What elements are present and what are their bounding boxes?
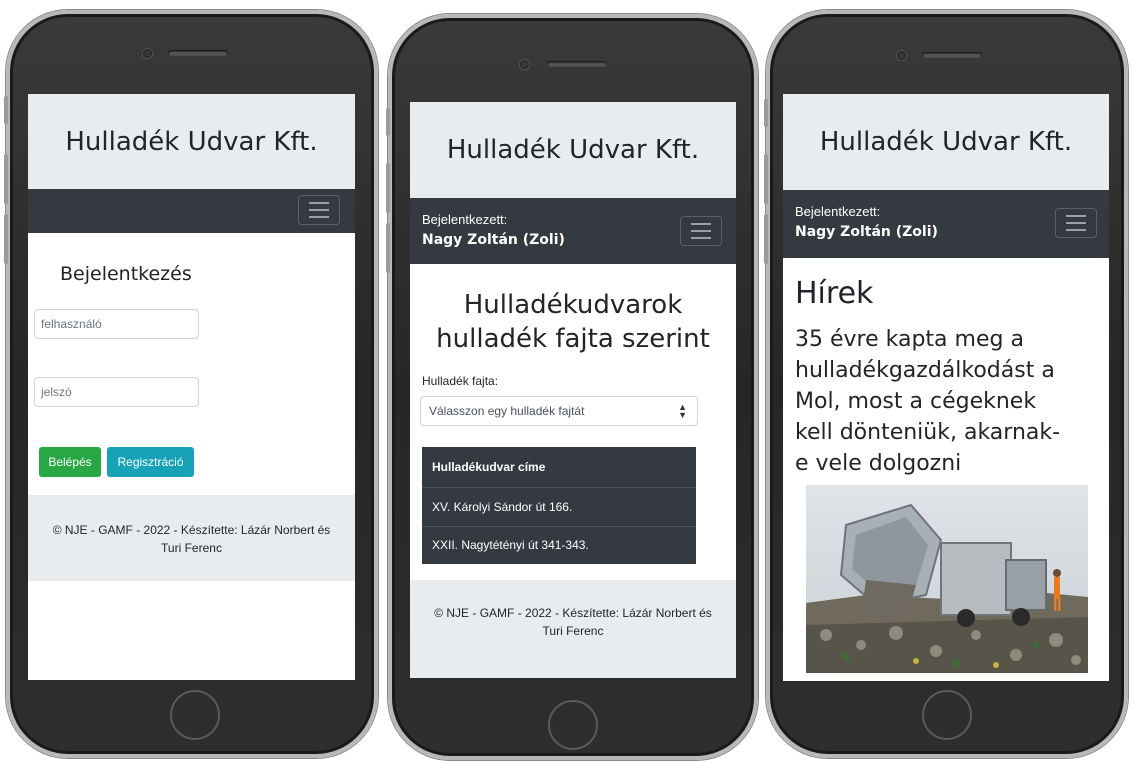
side-button bbox=[386, 163, 390, 213]
table-cell: XXII. Nagytétényi út 341-343. bbox=[432, 538, 589, 553]
username-field[interactable]: felhasználó bbox=[34, 309, 199, 339]
navbar bbox=[28, 189, 355, 233]
register-button-label: Regisztráció bbox=[117, 455, 184, 469]
login-button[interactable]: Belépés bbox=[39, 447, 101, 477]
brand-title[interactable]: Hulladék Udvar Kft. bbox=[820, 127, 1072, 157]
camera-icon bbox=[520, 60, 529, 69]
home-button[interactable] bbox=[548, 700, 598, 750]
brand-header: Hulladék Udvar Kft. bbox=[783, 94, 1109, 190]
hamburger-menu-icon bbox=[691, 223, 711, 225]
username-placeholder: felhasználó bbox=[41, 317, 102, 331]
news-content: Hírek 35 évre kapta meg a hulladékgazdál… bbox=[783, 258, 1109, 681]
phone-yards: Hulladék Udvar Kft. Bejelentkezett: Nagy… bbox=[386, 14, 758, 760]
footer-line-2: Turi Ferenc bbox=[542, 624, 604, 638]
side-button bbox=[4, 154, 8, 204]
brand-header: Hulladék Udvar Kft. bbox=[28, 94, 355, 189]
navbar: Bejelentkezett: Nagy Zoltán (Zoli) bbox=[410, 198, 736, 264]
page-title-line-2: hulladék fajta szerint bbox=[436, 324, 710, 354]
logged-in-user: Nagy Zoltán (Zoli) bbox=[422, 232, 565, 248]
brand-header: Hulladék Udvar Kft. bbox=[410, 102, 736, 198]
logged-in-user: Nagy Zoltán (Zoli) bbox=[795, 224, 938, 240]
table-row: XXII. Nagytétényi út 341-343. bbox=[422, 526, 696, 564]
headline-line: e vele dolgozni bbox=[795, 451, 962, 476]
headline-line: Mol, most a cégeknek bbox=[795, 389, 1037, 414]
hamburger-menu-icon bbox=[691, 230, 711, 232]
hamburger-menu-icon bbox=[1066, 229, 1086, 231]
table-header-row: Hulladékudvar címe bbox=[422, 447, 696, 488]
screen: Hulladék Udvar Kft. Bejelentkezett: Nagy… bbox=[783, 94, 1109, 681]
footer-line-1: © NJE - GAMF - 2022 - Készítette: Lázár … bbox=[434, 606, 712, 620]
table-cell: XV. Károlyi Sándor út 166. bbox=[422, 487, 696, 527]
hamburger-menu-icon bbox=[1066, 215, 1086, 217]
page-title: Hulladékudvarok hulladék fajta szerint bbox=[410, 288, 736, 356]
headline-line: kell dönteniük, akarnak- bbox=[795, 420, 1061, 445]
footer-line-1: © NJE - GAMF - 2022 - Készítette: Lázár … bbox=[52, 523, 331, 537]
side-button bbox=[764, 214, 768, 264]
screen: Hulladék Udvar Kft. Bejelentkezett: Nagy… bbox=[410, 102, 736, 678]
side-button bbox=[386, 223, 390, 273]
select-value: Válasszon egy hulladék fajtát bbox=[429, 404, 585, 418]
login-button-label: Belépés bbox=[48, 455, 92, 469]
password-placeholder: jelszó bbox=[41, 385, 72, 399]
login-title: Bejelentkezés bbox=[60, 263, 192, 285]
footer: © NJE - GAMF - 2022 - Készítette: Lázár … bbox=[410, 580, 736, 678]
password-field[interactable]: jelszó bbox=[34, 377, 199, 407]
camera-icon bbox=[143, 49, 152, 58]
page-title-line-1: Hulladékudvarok bbox=[463, 290, 683, 320]
navbar-toggler[interactable] bbox=[680, 216, 722, 246]
navbar-toggler[interactable] bbox=[298, 195, 340, 225]
navbar-toggler[interactable] bbox=[1055, 208, 1097, 238]
yards-table: Hulladékudvar címe XV. Károlyi Sándor út… bbox=[422, 447, 696, 564]
waste-type-select[interactable]: Válasszon egy hulladék fajtát ▲ ▼ bbox=[420, 396, 698, 426]
side-button bbox=[4, 96, 8, 124]
headline-line: hulladékgazdálkodást a bbox=[795, 358, 1055, 383]
select-label: Hulladék fajta: bbox=[422, 374, 499, 388]
home-button[interactable] bbox=[922, 690, 972, 740]
side-button bbox=[764, 154, 768, 204]
footer: © NJE - GAMF - 2022 - Készítette: Lázár … bbox=[28, 495, 355, 581]
news-headline[interactable]: 35 évre kapta meg a hulladékgazdálkodást… bbox=[795, 324, 1101, 479]
hamburger-menu-icon bbox=[1066, 222, 1086, 224]
sort-arrows-icon: ▲ ▼ bbox=[678, 402, 687, 420]
garbage-truck-landfill-image[interactable] bbox=[806, 485, 1088, 673]
yards-content: Hulladékudvarok hulladék fajta szerint H… bbox=[410, 264, 736, 580]
brand-title[interactable]: Hulladék Udvar Kft. bbox=[65, 127, 317, 157]
brand-title[interactable]: Hulladék Udvar Kft. bbox=[447, 135, 699, 165]
login-form: Bejelentkezés felhasználó jelszó Belépés… bbox=[28, 233, 355, 495]
headline-line: 35 évre kapta meg a bbox=[795, 327, 1024, 352]
side-button bbox=[386, 108, 390, 136]
footer-line-2: Turi Ferenc bbox=[161, 541, 222, 555]
side-button bbox=[4, 214, 8, 264]
side-button bbox=[764, 99, 768, 127]
camera-icon bbox=[897, 51, 906, 60]
navbar: Bejelentkezett: Nagy Zoltán (Zoli) bbox=[783, 190, 1109, 258]
hamburger-menu-icon bbox=[309, 216, 329, 218]
news-title: Hírek bbox=[795, 276, 874, 311]
speaker-grille bbox=[922, 52, 982, 58]
speaker-grille bbox=[168, 50, 228, 56]
logged-in-label: Bejelentkezett: bbox=[422, 212, 508, 227]
register-button[interactable]: Regisztráció bbox=[107, 447, 194, 477]
phone-login: Hulladék Udvar Kft. Bejelentkezés felhas… bbox=[4, 10, 378, 758]
screen: Hulladék Udvar Kft. Bejelentkezés felhas… bbox=[28, 94, 355, 680]
phone-news: Hulladék Udvar Kft. Bejelentkezett: Nagy… bbox=[764, 10, 1128, 758]
home-button[interactable] bbox=[170, 690, 220, 740]
logged-in-label: Bejelentkezett: bbox=[795, 204, 881, 219]
hamburger-menu-icon bbox=[309, 209, 329, 211]
table-header-cell: Hulladékudvar címe bbox=[422, 447, 696, 488]
table-row: XV. Károlyi Sándor út 166. bbox=[422, 487, 696, 527]
speaker-grille bbox=[547, 61, 607, 67]
hamburger-menu-icon bbox=[691, 237, 711, 239]
hamburger-menu-icon bbox=[309, 202, 329, 204]
